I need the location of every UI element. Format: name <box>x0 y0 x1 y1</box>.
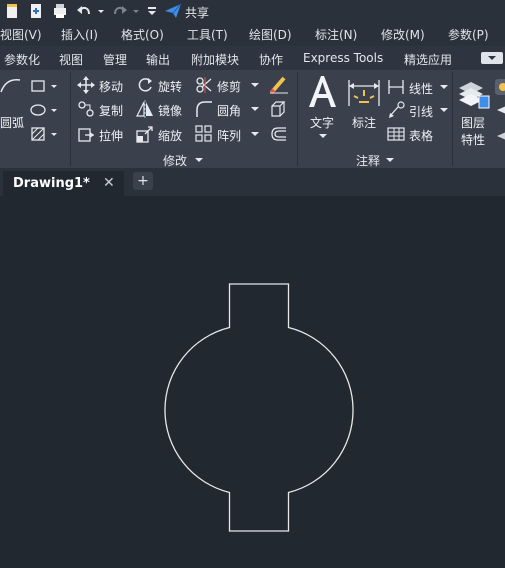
menu-parametric[interactable]: 参数(P) <box>448 26 489 43</box>
fillet-dropdown-icon[interactable] <box>250 104 260 114</box>
menu-tools[interactable]: 工具(T) <box>187 26 228 43</box>
annotation-panel-expand-icon[interactable] <box>385 155 395 165</box>
scale-icon <box>136 126 153 143</box>
offset-icon[interactable] <box>268 125 290 143</box>
leader-label: 引线 <box>409 105 434 119</box>
document-tab-bar: Drawing1* ✕ + <box>0 168 505 196</box>
stretch-icon <box>78 128 94 142</box>
tab-view[interactable]: 视图 <box>59 51 83 68</box>
share-icon[interactable] <box>164 3 182 19</box>
drawing-tab-title: Drawing1* <box>13 176 90 191</box>
dimension-label[interactable]: 标注 <box>352 114 376 131</box>
array-label: 阵列 <box>217 129 242 143</box>
quick-access-toolbar: 共享 <box>0 0 505 22</box>
scale-label: 缩放 <box>158 129 183 143</box>
tab-addins[interactable]: 附加模块 <box>191 51 239 68</box>
new-file-icon[interactable] <box>4 3 20 19</box>
tab-manage[interactable]: 管理 <box>103 51 127 68</box>
trim-label: 修剪 <box>217 80 242 94</box>
drawing-tab[interactable]: Drawing1* ✕ <box>3 171 124 196</box>
tab-parametric[interactable]: 参数化 <box>4 51 40 68</box>
mirror-icon <box>136 100 153 118</box>
share-label[interactable]: 共享 <box>185 4 209 21</box>
open-file-icon[interactable] <box>28 3 44 19</box>
fillet-label: 圆角 <box>217 104 242 118</box>
stretch-label: 拉伸 <box>99 129 124 143</box>
trim-dropdown-icon[interactable] <box>250 80 260 90</box>
ribbon-separator <box>297 72 298 166</box>
move-label: 移动 <box>99 80 124 94</box>
layer-properties-label-1[interactable]: 图层 <box>461 114 485 131</box>
text-dropdown-icon[interactable] <box>318 132 328 140</box>
linear-dimension-icon <box>388 80 404 94</box>
hatch-icon[interactable] <box>29 126 61 142</box>
tab-output[interactable]: 输出 <box>146 51 170 68</box>
print-icon[interactable] <box>52 3 68 19</box>
ribbon-separator <box>452 72 453 166</box>
ribbon-minimize-icon[interactable] <box>481 52 503 64</box>
new-tab-button[interactable]: + <box>133 172 153 190</box>
rotate-label: 旋转 <box>158 80 183 94</box>
layer-match-icon[interactable] <box>496 126 505 142</box>
linear-dropdown-icon[interactable] <box>439 82 449 92</box>
layer-properties-label-2[interactable]: 特性 <box>461 131 485 148</box>
array-icon <box>195 125 212 142</box>
menu-draw[interactable]: 绘图(D) <box>249 26 292 43</box>
copy-label: 复制 <box>99 104 124 118</box>
table-label: 表格 <box>409 129 434 143</box>
menu-format[interactable]: 格式(O) <box>121 26 164 43</box>
explode-icon[interactable] <box>268 100 290 118</box>
array-dropdown-icon[interactable] <box>250 129 260 139</box>
erase-icon[interactable] <box>268 76 290 94</box>
tab-collaborate[interactable]: 协作 <box>259 51 283 68</box>
leader-dropdown-icon[interactable] <box>439 105 449 115</box>
menu-view[interactable]: 视图(V) <box>0 26 42 43</box>
trim-icon <box>196 77 212 93</box>
leader-icon <box>389 101 405 118</box>
layer-state-icon[interactable] <box>494 78 505 98</box>
tab-featured-apps[interactable]: 精选应用 <box>404 51 452 68</box>
close-tab-icon[interactable]: ✕ <box>103 175 115 191</box>
mirror-label: 镜像 <box>158 104 183 118</box>
ellipse-icon[interactable] <box>29 102 61 118</box>
copy-icon <box>78 101 94 117</box>
modify-panel-title[interactable]: 修改 <box>163 152 187 169</box>
menu-bar: 视图(V) 插入(I) 格式(O) 工具(T) 绘图(D) 标注(N) 修改(M… <box>0 22 505 46</box>
modify-panel-expand-icon[interactable] <box>194 155 204 165</box>
layer-isolate-icon[interactable] <box>496 102 505 118</box>
customize-qat-icon[interactable] <box>146 3 158 19</box>
annotation-panel-title[interactable]: 注释 <box>356 152 380 169</box>
undo-dropdown-icon[interactable] <box>96 3 106 19</box>
ribbon-tabs: 参数化 视图 管理 输出 附加模块 协作 Express Tools 精选应用 <box>0 46 505 71</box>
ribbon-separator <box>70 72 71 166</box>
drawing-canvas[interactable] <box>0 196 505 568</box>
tab-express-tools[interactable]: Express Tools <box>303 51 383 65</box>
table-icon <box>387 127 405 141</box>
text-label[interactable]: 文字 <box>310 114 334 131</box>
menu-dimension[interactable]: 标注(N) <box>315 26 357 43</box>
drawing-area <box>164 283 354 532</box>
arc-label[interactable]: 圆弧 <box>0 114 24 131</box>
arc-icon[interactable] <box>0 76 22 94</box>
rotate-icon <box>138 78 152 92</box>
menu-insert[interactable]: 插入(I) <box>61 26 98 43</box>
fillet-icon <box>196 101 212 117</box>
text-big-icon[interactable] <box>306 74 338 108</box>
redo-dropdown-icon[interactable] <box>131 3 141 19</box>
dimension-big-icon[interactable] <box>347 76 381 110</box>
redo-icon[interactable] <box>112 3 128 19</box>
linear-dimension-label: 线性 <box>409 82 434 96</box>
undo-icon[interactable] <box>76 3 92 19</box>
menu-modify[interactable]: 修改(M) <box>381 26 425 43</box>
rectangle-icon[interactable] <box>29 78 61 94</box>
ribbon: 圆弧 移动 旋转 修剪 复制 镜像 圆角 拉伸 缩放 阵列 修改 文字 标注 线… <box>0 70 505 168</box>
layer-properties-icon[interactable] <box>457 78 491 112</box>
keyed-circle-shape[interactable] <box>164 283 354 532</box>
move-icon <box>77 76 95 94</box>
